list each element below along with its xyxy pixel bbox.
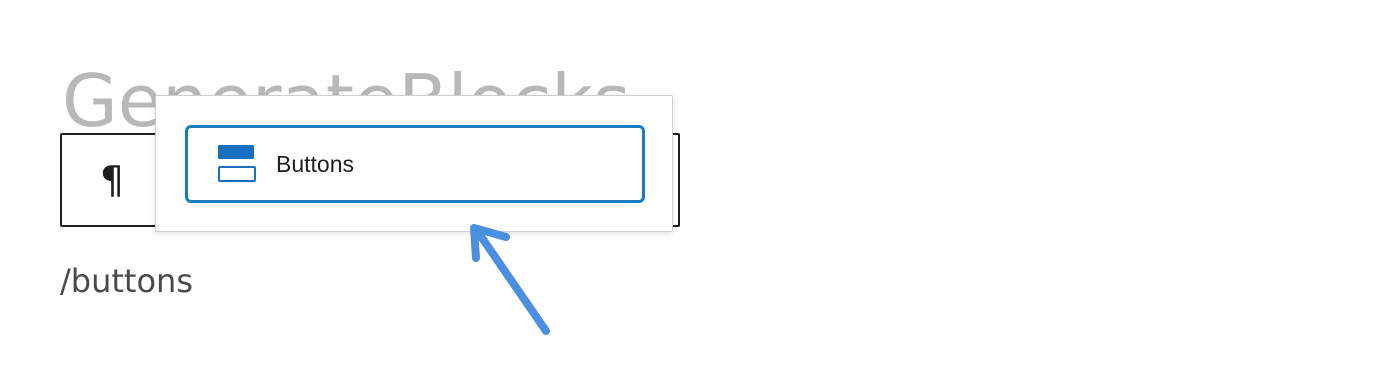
autocomplete-option-label: Buttons: [276, 150, 354, 177]
slash-command-text[interactable]: /buttons: [60, 262, 193, 300]
autocomplete-option-buttons[interactable]: Buttons: [185, 125, 645, 203]
paragraph-block-button[interactable]: ¶: [82, 150, 142, 210]
block-autocomplete-popover: Buttons: [155, 95, 673, 232]
buttons-icon: [218, 145, 256, 183]
annotation-arrow-icon: [470, 224, 550, 335]
